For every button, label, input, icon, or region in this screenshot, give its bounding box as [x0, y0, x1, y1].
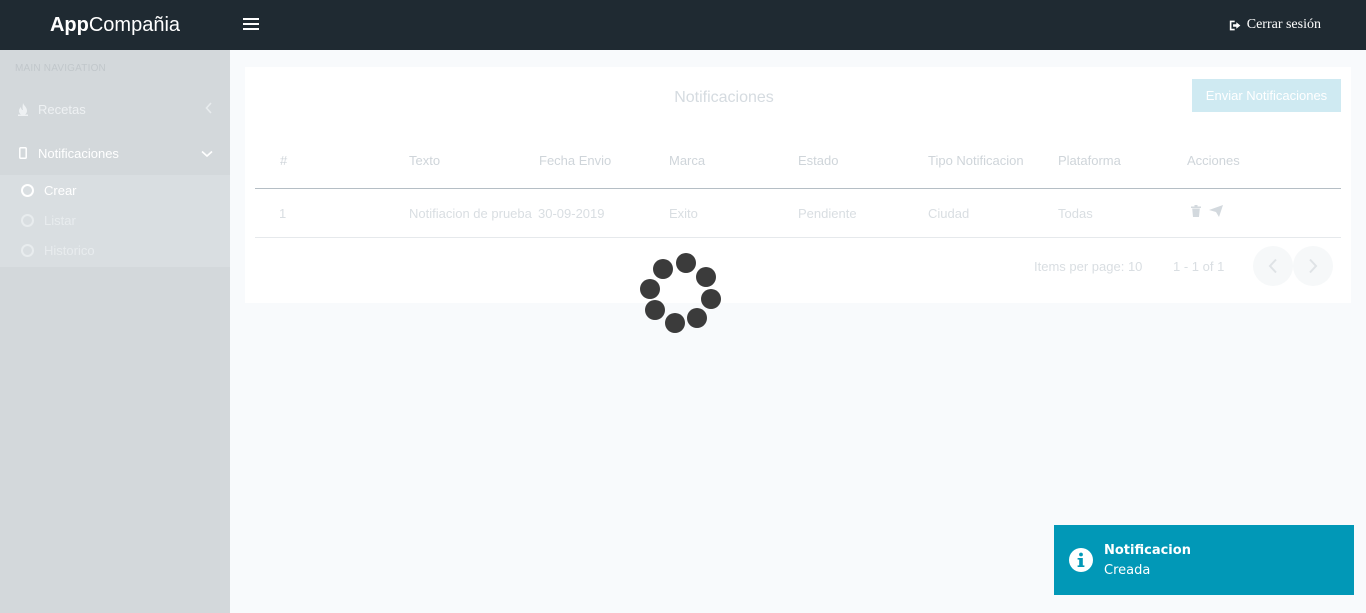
- brand-bold: App: [49, 13, 89, 36]
- notificaciones-submenu: Crear Listar Historico: [0, 175, 230, 267]
- cell-estado: Pendiente: [798, 206, 857, 221]
- sign-out-icon: [1229, 20, 1241, 30]
- sidebar-item-label: Notificaciones: [38, 145, 119, 161]
- info-icon: [1069, 548, 1093, 572]
- column-header-marca[interactable]: Marca: [669, 153, 705, 168]
- logout-label: Cerrar sesión: [1246, 17, 1321, 32]
- mobile-icon: [17, 147, 29, 159]
- fire-icon: [17, 102, 29, 116]
- cell-marca: Exito: [669, 206, 698, 221]
- column-header-acciones: Acciones: [1187, 153, 1240, 168]
- nav-header: MAIN NAVIGATION: [15, 63, 106, 74]
- previous-page-button[interactable]: [1253, 246, 1293, 286]
- toast-title: Notificacion: [1104, 543, 1191, 558]
- cell-plataforma: Todas: [1058, 206, 1093, 221]
- send-notifications-button[interactable]: Enviar Notificaciones: [1192, 79, 1341, 112]
- circle-icon: [21, 183, 34, 197]
- submenu-item-label: Crear: [44, 182, 77, 198]
- column-header-tipo-notificacion[interactable]: Tipo Notificacion: [928, 153, 1024, 168]
- toast-message: Creada: [1104, 563, 1151, 578]
- items-per-page-label[interactable]: Items per page: 10: [1034, 259, 1142, 274]
- row-actions: [1191, 205, 1223, 217]
- logout-button[interactable]: Cerrar sesión: [1229, 17, 1321, 33]
- sidebar-item-notificaciones[interactable]: Notificaciones: [0, 131, 230, 175]
- trash-icon[interactable]: [1191, 205, 1201, 217]
- submenu-item-listar[interactable]: Listar: [21, 205, 76, 235]
- page-title: Notificaciones: [674, 89, 774, 106]
- chevron-left-icon: [205, 102, 213, 117]
- sidebar: MAIN NAVIGATION Recetas Notificaciones C…: [0, 50, 230, 613]
- cell-fecha-envio: 30-09-2019: [538, 206, 605, 221]
- send-icon[interactable]: [1209, 205, 1223, 217]
- app-logo[interactable]: App Compañia: [0, 0, 230, 50]
- submenu-item-label: Historico: [44, 242, 95, 258]
- header-divider: [255, 188, 1341, 189]
- top-navbar: App Compañia Cerrar sesión: [0, 0, 1366, 50]
- notifications-card: Notificaciones Enviar Notificaciones # T…: [245, 67, 1351, 303]
- chevron-down-icon: [201, 146, 213, 161]
- cell-number: 1: [279, 206, 287, 221]
- submenu-item-crear[interactable]: Crear: [21, 175, 77, 205]
- sidebar-item-label: Recetas: [38, 101, 86, 117]
- next-page-button[interactable]: [1293, 246, 1333, 286]
- circle-icon: [21, 213, 34, 227]
- cell-texto: Notifiacion de prueba: [409, 206, 532, 221]
- sidebar-item-recetas[interactable]: Recetas: [0, 87, 230, 131]
- toast-notification[interactable]: Notificacion Creada: [1054, 525, 1354, 595]
- sidebar-toggle-icon[interactable]: [243, 16, 259, 34]
- column-header-number[interactable]: #: [280, 153, 287, 168]
- row-divider: [255, 237, 1341, 238]
- column-header-texto[interactable]: Texto: [409, 153, 440, 168]
- column-header-estado[interactable]: Estado: [798, 153, 838, 168]
- chevron-left-icon: [1268, 258, 1277, 274]
- column-header-fecha-envio[interactable]: Fecha Envio: [539, 153, 611, 168]
- page-range-label: 1 - 1 of 1: [1173, 259, 1225, 274]
- circle-icon: [21, 243, 34, 257]
- cell-tipo-notificacion: Ciudad: [928, 206, 970, 221]
- loading-spinner: [636, 250, 726, 340]
- chevron-right-icon: [1309, 258, 1318, 274]
- column-header-plataforma[interactable]: Plataforma: [1058, 153, 1121, 168]
- brand-rest: Compañia: [88, 13, 181, 36]
- submenu-item-label: Listar: [44, 212, 76, 228]
- submenu-item-historico[interactable]: Historico: [21, 235, 95, 265]
